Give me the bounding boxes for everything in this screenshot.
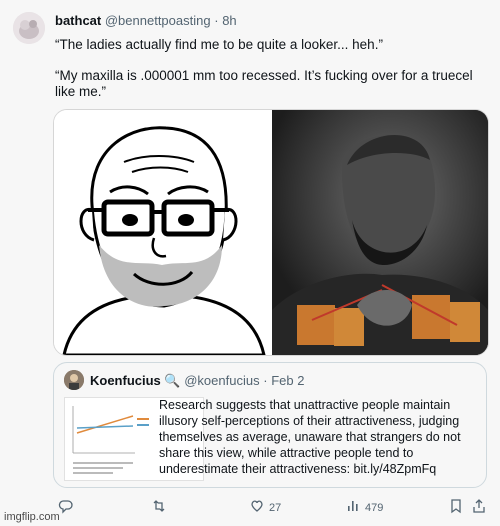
header-separator: · <box>214 13 219 28</box>
bookmark-icon <box>448 498 464 517</box>
wojak-image[interactable] <box>54 110 271 355</box>
quote-author-avatar[interactable] <box>64 370 84 390</box>
reply-icon <box>58 498 74 517</box>
share-button[interactable] <box>471 498 487 517</box>
quote-header-separator: · <box>263 373 268 388</box>
chad-image[interactable] <box>272 110 488 355</box>
share-icon <box>471 498 487 517</box>
views-button[interactable]: 479 <box>345 498 383 517</box>
like-icon <box>249 498 265 517</box>
views-count: 479 <box>365 501 384 514</box>
retweet-icon <box>151 498 167 517</box>
imgflip-watermark: imgflip.com <box>4 511 60 523</box>
retweet-button[interactable] <box>151 498 171 517</box>
magnifier-icon: 🔍 <box>164 373 181 388</box>
quote-text: Research suggests that unattractive peop… <box>159 398 461 476</box>
bookmark-button[interactable] <box>448 498 464 517</box>
reply-button[interactable] <box>58 498 78 517</box>
quote-author-name[interactable]: Koenfucius <box>90 373 161 388</box>
quote-author-handle[interactable]: @koenfucius <box>184 373 259 388</box>
like-count: 27 <box>269 501 282 514</box>
tweet-media[interactable] <box>53 109 489 356</box>
tweet-header: bathcat @bennettpoasting · 8h <box>55 13 237 28</box>
author-avatar[interactable] <box>13 12 45 44</box>
author-name[interactable]: bathcat <box>55 13 101 28</box>
like-button[interactable]: 27 <box>249 498 281 517</box>
tweet-text-line-2: “My maxilla is .000001 mm too recessed. … <box>55 68 473 99</box>
views-icon <box>345 498 361 517</box>
quote-header: Koenfucius 🔍 @koenfucius · Feb 2 <box>90 373 304 389</box>
tweet-text-line-1: “The ladies actually find me to be quite… <box>55 37 383 52</box>
quote-time[interactable]: Feb 2 <box>271 373 304 388</box>
tweet-actions: 27 479 <box>53 498 485 518</box>
tweet-time[interactable]: 8h <box>222 13 236 28</box>
quoted-tweet[interactable]: Koenfucius 🔍 @koenfucius · Feb 2 Researc… <box>53 362 487 488</box>
tweet: bathcat @bennettpoasting · 8h “The ladie… <box>0 0 500 526</box>
author-handle[interactable]: @bennettpoasting <box>105 13 211 28</box>
